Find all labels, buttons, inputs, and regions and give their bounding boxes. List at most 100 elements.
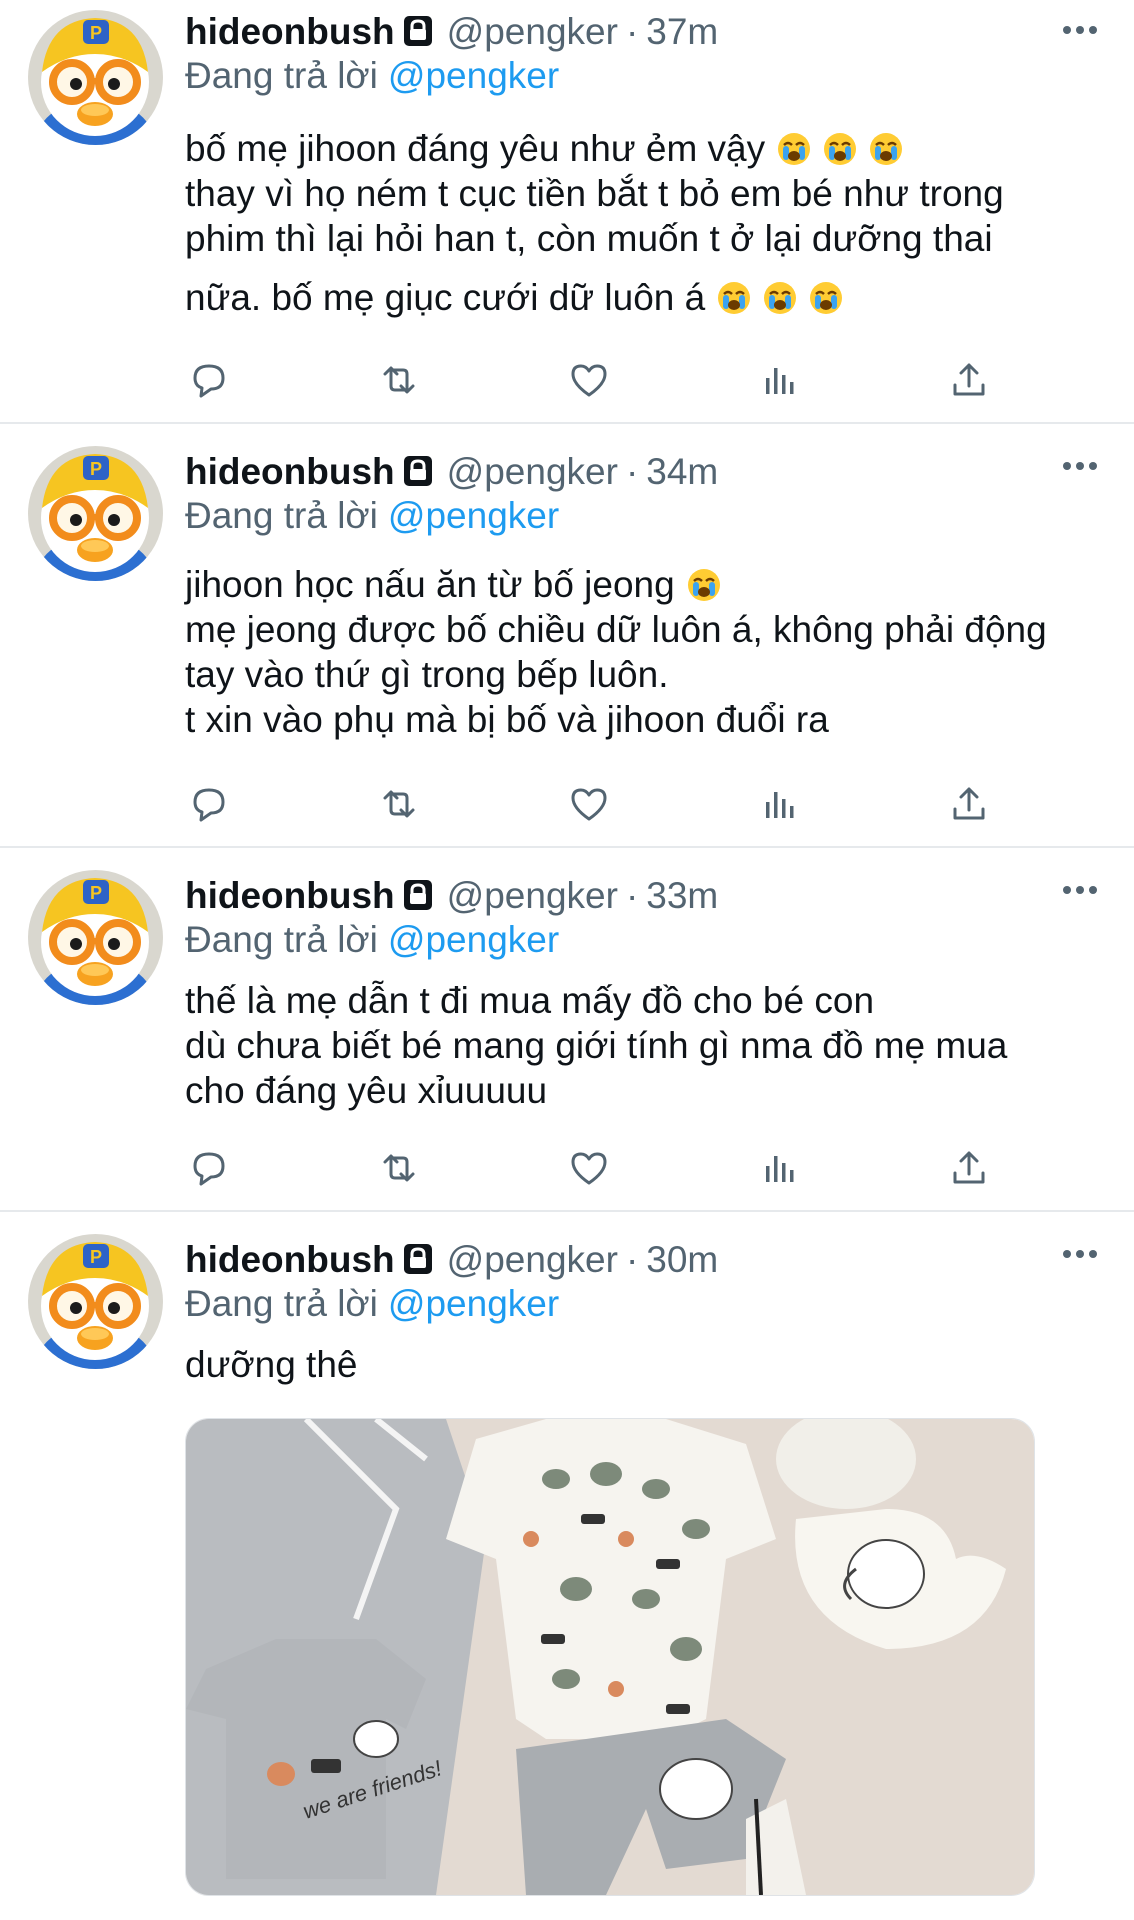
lock-icon xyxy=(401,14,435,48)
tweet-text: thế là mẹ dẫn t đi mua mấy đồ cho bé con… xyxy=(185,978,1105,1113)
like-icon xyxy=(567,1146,611,1190)
reply-icon xyxy=(187,358,231,402)
tweet-actions xyxy=(185,356,1005,404)
analytics-icon xyxy=(757,1146,801,1190)
retweet-button[interactable] xyxy=(375,780,423,828)
avatar[interactable] xyxy=(28,1234,163,1369)
tweet-text-line: nữa. bố mẹ giục cưới dữ luôn á xyxy=(185,275,1105,320)
tweet-text-line: thay vì họ ném t cục tiền bắt t bỏ em bé… xyxy=(185,173,1004,214)
separator-dot: · xyxy=(625,875,639,916)
share-icon xyxy=(947,782,991,826)
tweet-header: hideonbush @pengker · 34m xyxy=(185,450,718,494)
tweet-actions xyxy=(185,780,1005,828)
text-fragment: nữa. bố mẹ giục cưới dữ luôn á xyxy=(185,277,706,318)
loudly-crying-face-icon xyxy=(809,281,843,315)
timestamp[interactable]: 34m xyxy=(646,451,718,492)
reply-button[interactable] xyxy=(185,356,233,404)
text-fragment: jihoon học nấu ăn từ bố jeong xyxy=(185,564,675,605)
replying-to-label: Đang trả lời xyxy=(185,1283,378,1324)
tweet[interactable]: hideonbush @pengker · 37m Đang trả lời @peng… xyxy=(0,0,1134,424)
tweet-header: hideonbush @pengker · 30m xyxy=(185,1238,718,1282)
loudly-crying-face-icon xyxy=(717,281,751,315)
retweet-icon xyxy=(377,782,421,826)
retweet-button[interactable] xyxy=(375,1144,423,1192)
user-handle[interactable]: @pengker xyxy=(447,451,618,492)
like-icon xyxy=(567,358,611,402)
tweet-text-line: bố mẹ jihoon đáng yêu như ẻm vậy xyxy=(185,126,1105,171)
tweet-text-line: jihoon học nấu ăn từ bố jeong xyxy=(185,562,1105,607)
lock-icon xyxy=(401,454,435,488)
mention-link[interactable]: @pengker xyxy=(388,55,559,96)
timestamp[interactable]: 30m xyxy=(646,1239,718,1280)
text-fragment: bố mẹ jihoon đáng yêu như ẻm vậy xyxy=(185,128,766,169)
analytics-button[interactable] xyxy=(755,1144,803,1192)
avatar[interactable] xyxy=(28,446,163,581)
user-handle[interactable]: @pengker xyxy=(447,1239,618,1280)
penguin-avatar-icon xyxy=(28,446,163,581)
tweet[interactable]: hideonbush @pengker · 33m Đang trả lời @peng… xyxy=(0,848,1134,1212)
tweet-text: dưỡng thê xyxy=(185,1342,1105,1387)
replying-to: Đang trả lời @pengker xyxy=(185,54,559,98)
share-button[interactable] xyxy=(945,780,993,828)
replying-to: Đang trả lời @pengker xyxy=(185,1282,559,1326)
tweet-header: hideonbush @pengker · 33m xyxy=(185,874,718,918)
avatar[interactable] xyxy=(28,870,163,1005)
reply-button[interactable] xyxy=(185,780,233,828)
tweet-photo[interactable]: we are friends! xyxy=(185,1418,1035,1896)
more-options-icon[interactable] xyxy=(1060,20,1100,40)
user-handle[interactable]: @pengker xyxy=(447,875,618,916)
replying-to: Đang trả lời @pengker xyxy=(185,494,559,538)
analytics-button[interactable] xyxy=(755,356,803,404)
loudly-crying-face-icon xyxy=(763,281,797,315)
user-handle[interactable]: @pengker xyxy=(447,11,618,52)
baby-clothes-photo: we are friends! xyxy=(186,1419,1034,1895)
share-button[interactable] xyxy=(945,356,993,404)
more-options-icon[interactable] xyxy=(1060,1244,1100,1264)
tweet-text-line: dưỡng thê xyxy=(185,1344,358,1385)
display-name[interactable]: hideonbush xyxy=(185,875,395,916)
separator-dot: · xyxy=(625,1239,639,1280)
tweet-text-line: tay vào thứ gì trong bếp luôn. xyxy=(185,654,669,695)
reply-button[interactable] xyxy=(185,1144,233,1192)
penguin-avatar-icon xyxy=(28,1234,163,1369)
replying-to-label: Đang trả lời xyxy=(185,55,378,96)
retweet-icon xyxy=(377,1146,421,1190)
avatar[interactable] xyxy=(28,10,163,145)
tweet-text-line: mẹ jeong được bố chiều dữ luôn á, không … xyxy=(185,609,1047,650)
mention-link[interactable]: @pengker xyxy=(388,495,559,536)
like-button[interactable] xyxy=(565,356,613,404)
tweet-text: bố mẹ jihoon đáng yêu như ẻm vậy thay vì… xyxy=(185,126,1105,320)
loudly-crying-face-icon xyxy=(823,132,857,166)
like-button[interactable] xyxy=(565,1144,613,1192)
display-name[interactable]: hideonbush xyxy=(185,1239,395,1280)
tweet-text-line: cho đáng yêu xỉuuuuu xyxy=(185,1070,548,1111)
share-icon xyxy=(947,1146,991,1190)
loudly-crying-face-icon xyxy=(777,132,811,166)
tweet-header: hideonbush @pengker · 37m xyxy=(185,10,718,54)
share-button[interactable] xyxy=(945,1144,993,1192)
loudly-crying-face-icon xyxy=(869,132,903,166)
lock-icon xyxy=(401,1242,435,1276)
tweet-text-line: phim thì lại hỏi han t, còn muốn t ở lại… xyxy=(185,218,993,259)
timestamp[interactable]: 37m xyxy=(646,11,718,52)
tweet-text-line: thế là mẹ dẫn t đi mua mấy đồ cho bé con xyxy=(185,980,875,1021)
separator-dot: · xyxy=(625,451,639,492)
analytics-icon xyxy=(757,782,801,826)
more-options-icon[interactable] xyxy=(1060,456,1100,476)
mention-link[interactable]: @pengker xyxy=(388,1283,559,1324)
display-name[interactable]: hideonbush xyxy=(185,11,395,52)
retweet-button[interactable] xyxy=(375,356,423,404)
like-button[interactable] xyxy=(565,780,613,828)
share-icon xyxy=(947,358,991,402)
replying-to: Đang trả lời @pengker xyxy=(185,918,559,962)
more-options-icon[interactable] xyxy=(1060,880,1100,900)
analytics-button[interactable] xyxy=(755,780,803,828)
timestamp[interactable]: 33m xyxy=(646,875,718,916)
retweet-icon xyxy=(377,358,421,402)
replying-to-label: Đang trả lời xyxy=(185,495,378,536)
reply-icon xyxy=(187,1146,231,1190)
display-name[interactable]: hideonbush xyxy=(185,451,395,492)
mention-link[interactable]: @pengker xyxy=(388,919,559,960)
reply-icon xyxy=(187,782,231,826)
tweet[interactable]: hideonbush @pengker · 34m Đang trả lời @peng… xyxy=(0,424,1134,848)
